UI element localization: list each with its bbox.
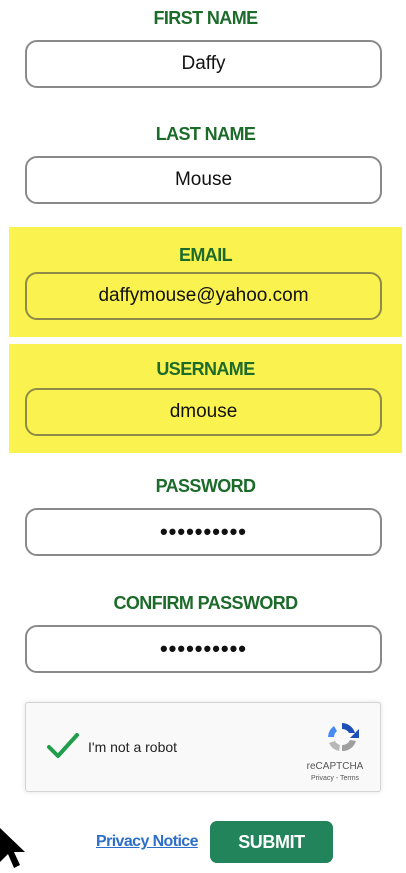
confirm-password-block: CONFIRM PASSWORD	[9, 576, 402, 692]
email-label: EMAIL	[179, 245, 233, 265]
username-label: USERNAME	[156, 359, 255, 379]
recaptcha-label: I'm not a robot	[88, 739, 178, 755]
recaptcha-widget: I'm not a robot reCAPTCHA Privacy - Term…	[25, 702, 381, 792]
username-input[interactable]	[25, 388, 382, 436]
first-name-input[interactable]	[25, 40, 382, 88]
email-block: EMAIL	[9, 227, 402, 337]
first-name-label: FIRST NAME	[153, 8, 259, 28]
password-label: PASSWORD	[155, 476, 256, 496]
last-name-block: LAST NAME	[9, 116, 402, 228]
username-block: USERNAME	[9, 344, 402, 453]
confirm-password-input[interactable]	[25, 625, 382, 673]
confirm-password-label: CONFIRM PASSWORD	[113, 593, 298, 613]
first-name-block: FIRST NAME	[9, 0, 402, 112]
email-input[interactable]	[25, 272, 382, 320]
mouse-cursor-icon	[0, 828, 30, 868]
password-input[interactable]	[25, 508, 382, 556]
recaptcha-brand: reCAPTCHA	[306, 761, 364, 772]
green-checkmark-icon[interactable]	[46, 731, 80, 761]
recaptcha-privacy-terms[interactable]: Privacy - Terms	[290, 775, 380, 782]
recaptcha-logo-icon	[325, 720, 359, 754]
registration-form: FIRST NAME LAST NAME EMAIL USERNAME PASS…	[0, 0, 406, 868]
last-name-input[interactable]	[25, 156, 382, 204]
password-block: PASSWORD	[9, 460, 402, 576]
last-name-label: LAST NAME	[155, 124, 256, 144]
privacy-notice-link[interactable]: Privacy Notice	[96, 833, 198, 851]
submit-button[interactable]: SUBMIT	[210, 821, 333, 863]
